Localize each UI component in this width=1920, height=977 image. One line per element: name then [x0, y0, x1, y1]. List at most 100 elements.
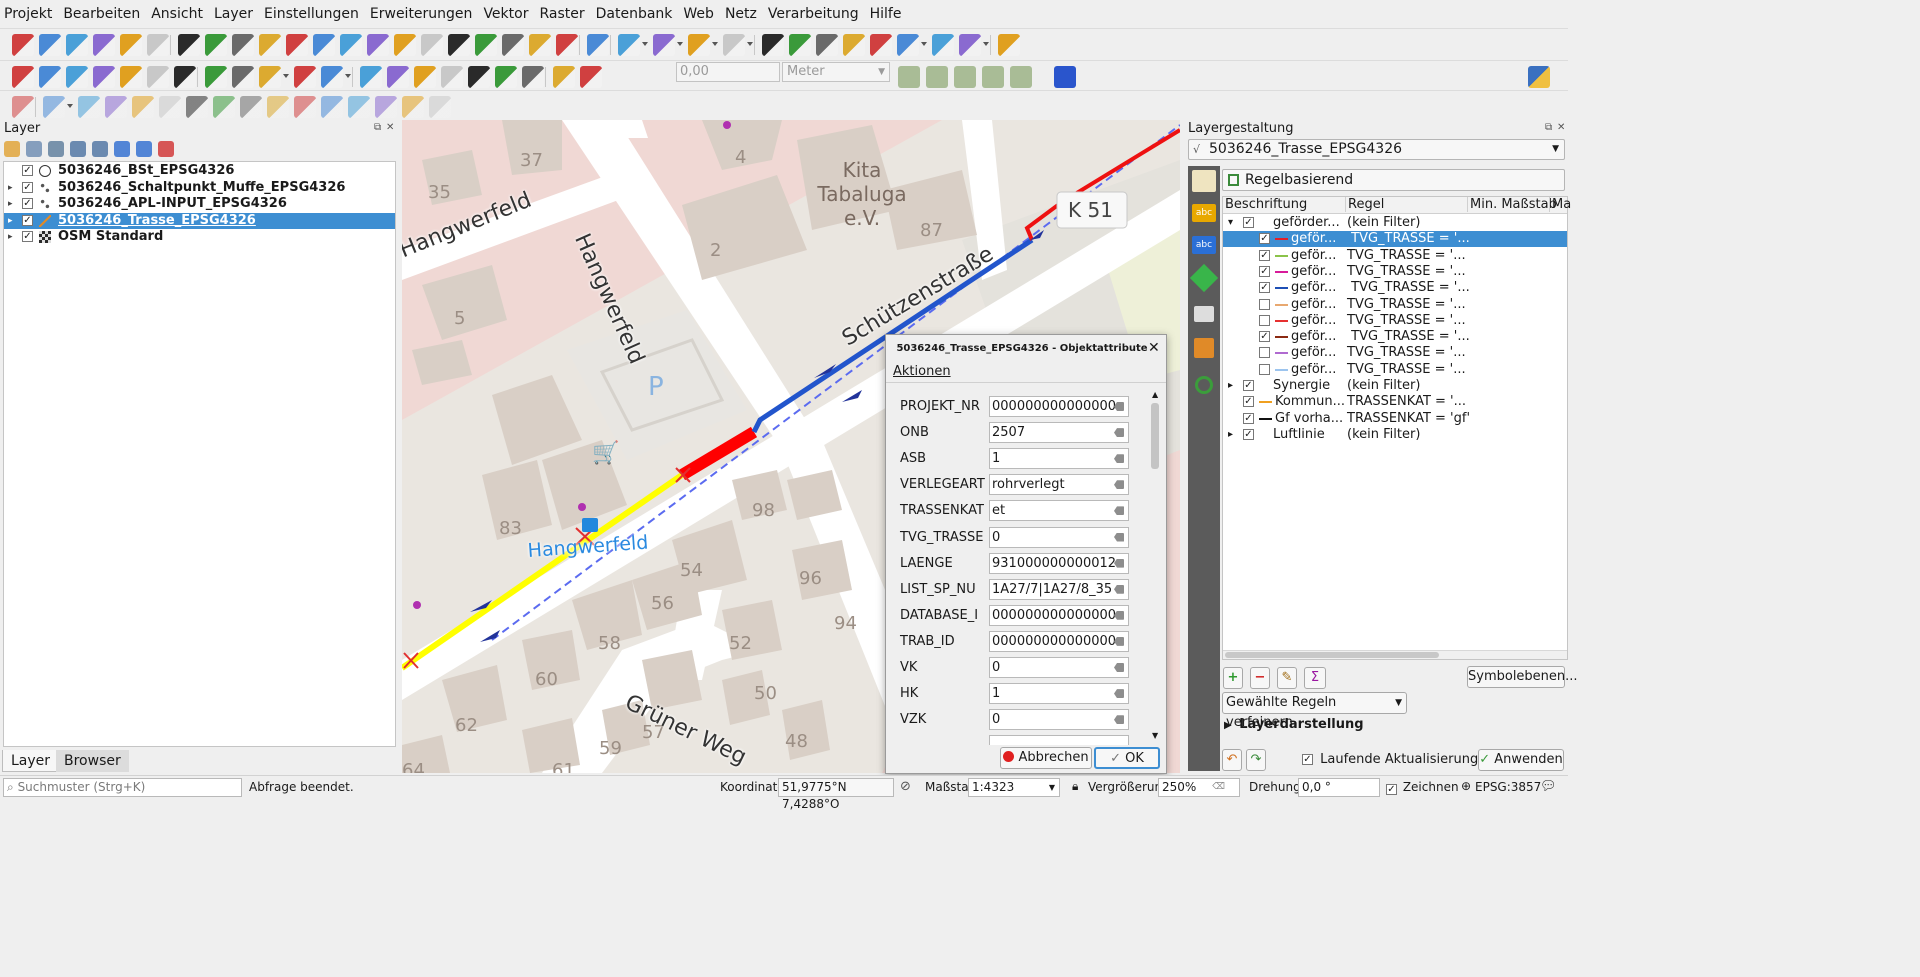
new-bookmark-icon[interactable]	[502, 34, 524, 56]
simplify-icon[interactable]	[402, 96, 424, 118]
clear-field-icon[interactable]	[1114, 506, 1124, 516]
close-panel-icon[interactable]: ✕	[1557, 122, 1565, 133]
coordinate-input[interactable]: 51,9775°N 7,4288°O	[778, 778, 894, 811]
lock-scale-icon[interactable]: 🔒︎	[1072, 779, 1078, 794]
topology-icon[interactable]	[926, 66, 948, 88]
tab-browser[interactable]: Browser	[56, 750, 129, 772]
expand-arrow-icon[interactable]: ▸	[8, 180, 13, 196]
close-icon[interactable]: ✕	[1148, 340, 1160, 356]
dropdown-caret-icon[interactable]	[677, 42, 683, 46]
trace-icon[interactable]	[1010, 66, 1032, 88]
rule-checkbox[interactable]: ✓	[1259, 282, 1270, 294]
expand-arrow-icon[interactable]: ▾	[1228, 215, 1233, 231]
rule-row[interactable]: geför... TVG_TRASSE = '...	[1223, 297, 1567, 313]
locator-search-input[interactable]: ⌕ Suchmuster (Strg+K)	[3, 778, 242, 797]
layer-select[interactable]: √ 5036246_Trasse_EPSG4326 ▼	[1188, 139, 1565, 160]
layer-item[interactable]: ✓ 5036246_BSt_EPSG4326	[4, 163, 395, 179]
zoom-next-icon[interactable]	[421, 34, 443, 56]
rules-table[interactable]: Beschriftung Regel Min. Maßstab Ma ▾ ✓ gef…	[1222, 196, 1571, 660]
reshape-icon[interactable]	[213, 96, 235, 118]
field-input[interactable]	[989, 735, 1129, 745]
scrollbar-thumb[interactable]	[1225, 652, 1439, 658]
annotation-icon[interactable]	[932, 34, 954, 56]
new-vector-icon[interactable]	[93, 66, 115, 88]
layer-item[interactable]: ▸ ✓ 5036246_Schaltpunkt_Muffe_EPSG4326	[4, 180, 395, 196]
plugin-icon[interactable]	[998, 34, 1020, 56]
rule-row[interactable]: geför... TVG_TRASSE = '...	[1223, 345, 1567, 361]
attribute-table-icon[interactable]	[789, 34, 811, 56]
scrollbar-thumb[interactable]	[1151, 403, 1159, 469]
print-layout-icon[interactable]	[120, 34, 142, 56]
new-spatialite-icon[interactable]	[66, 66, 88, 88]
rule-row[interactable]: ▸ ✓ Synergie (kein Filter)	[1223, 378, 1567, 394]
filter-icon[interactable]	[688, 34, 710, 56]
form-scrollbar[interactable]: ▲ ▼	[1150, 387, 1160, 743]
rule-row[interactable]: ✓ Gf vorha... TRASSENKAT = 'gf'	[1223, 411, 1567, 427]
dropdown-caret-icon[interactable]	[747, 42, 753, 46]
select-icon[interactable]	[618, 34, 640, 56]
edit-rule-button[interactable]: ✎	[1277, 667, 1297, 689]
reverse-line-icon[interactable]	[429, 96, 451, 118]
summary-button[interactable]: Σ	[1304, 667, 1326, 689]
rule-row[interactable]: ✓ geför... TVG_TRASSE = '...	[1223, 248, 1567, 264]
field-input[interactable]: 000000000000000	[989, 604, 1129, 626]
cut-icon[interactable]	[414, 66, 436, 88]
undo-button[interactable]: ↶	[1222, 749, 1242, 771]
scroll-up-icon[interactable]: ▲	[1152, 390, 1158, 399]
field-input[interactable]: et	[989, 500, 1129, 522]
actions-menu[interactable]: Aktionen	[893, 364, 951, 379]
refresh-icon[interactable]	[587, 34, 609, 56]
expand-arrow-icon[interactable]: ▸	[8, 196, 13, 212]
clear-field-icon[interactable]	[1114, 454, 1124, 464]
clear-field-icon[interactable]	[1114, 715, 1124, 725]
menu-item-1[interactable]: Bearbeiten	[63, 6, 140, 22]
rule-checkbox[interactable]: ✓	[1259, 233, 1270, 245]
3d-view-tab-icon[interactable]	[1189, 263, 1219, 293]
float-panel-icon[interactable]: ⧉	[374, 122, 381, 133]
rule-checkbox[interactable]	[1259, 363, 1270, 375]
layer-item[interactable]: ▸ ✓ 5036246_APL-INPUT_EPSG4326	[4, 196, 395, 212]
new-project-icon[interactable]	[12, 34, 34, 56]
rule-row[interactable]: geför... TVG_TRASSE = '...	[1223, 362, 1567, 378]
remove-rule-button[interactable]: −	[1250, 667, 1270, 689]
rule-checkbox[interactable]	[1259, 314, 1270, 326]
zoom-full-icon[interactable]	[286, 34, 308, 56]
print-icon[interactable]	[1054, 66, 1076, 88]
rule-row[interactable]: ✓ geför... TVG_TRASSE = '...	[1223, 231, 1567, 248]
rule-checkbox[interactable]: ✓	[1243, 428, 1254, 440]
zoom-out-icon[interactable]	[259, 34, 281, 56]
rotate-point-icon[interactable]	[375, 96, 397, 118]
save-as-icon[interactable]	[93, 34, 115, 56]
rule-checkbox[interactable]	[1259, 298, 1270, 310]
masks-tab-icon[interactable]: abc	[1192, 236, 1216, 254]
rule-row[interactable]: ✓ geför... TVG_TRASSE = '...	[1223, 264, 1567, 280]
expand-arrow-icon[interactable]: ▸	[8, 229, 13, 245]
vertex-icon[interactable]	[954, 66, 976, 88]
layer-visibility-checkbox[interactable]: ✓	[22, 198, 33, 209]
layer-visibility-checkbox[interactable]: ✓	[22, 231, 33, 242]
temporal-icon[interactable]	[556, 34, 578, 56]
scroll-down-icon[interactable]: ▼	[1152, 731, 1158, 740]
rule-row[interactable]: ▾ ✓ geförder... (kein Filter)	[1223, 215, 1567, 231]
manage-visibility-icon[interactable]	[48, 141, 64, 157]
diagram-tab-icon[interactable]	[1194, 306, 1214, 322]
undo-icon[interactable]	[495, 66, 517, 88]
new-3d-view-icon[interactable]	[475, 34, 497, 56]
split-icon[interactable]	[982, 66, 1004, 88]
copy-icon[interactable]	[441, 66, 463, 88]
zoom-layer-icon[interactable]	[340, 34, 362, 56]
snap-point-icon[interactable]	[898, 66, 920, 88]
rule-row[interactable]: geför... TVG_TRASSE = '...	[1223, 313, 1567, 329]
menu-item-4[interactable]: Einstellungen	[264, 6, 359, 22]
tab-layer[interactable]: Layer	[2, 750, 60, 772]
field-input[interactable]: 000000000000000	[989, 630, 1129, 652]
offset-curve-icon[interactable]	[240, 96, 262, 118]
add-line-icon[interactable]	[43, 96, 65, 118]
zoom-last-icon[interactable]	[394, 34, 416, 56]
field-input[interactable]: 0	[989, 709, 1129, 731]
refresh-tab-icon[interactable]	[1195, 376, 1213, 394]
menu-item-3[interactable]: Layer	[214, 6, 253, 22]
zoom-in-icon[interactable]	[232, 34, 254, 56]
layer-visibility-checkbox[interactable]: ✓	[22, 214, 33, 226]
new-map-view-icon[interactable]	[448, 34, 470, 56]
